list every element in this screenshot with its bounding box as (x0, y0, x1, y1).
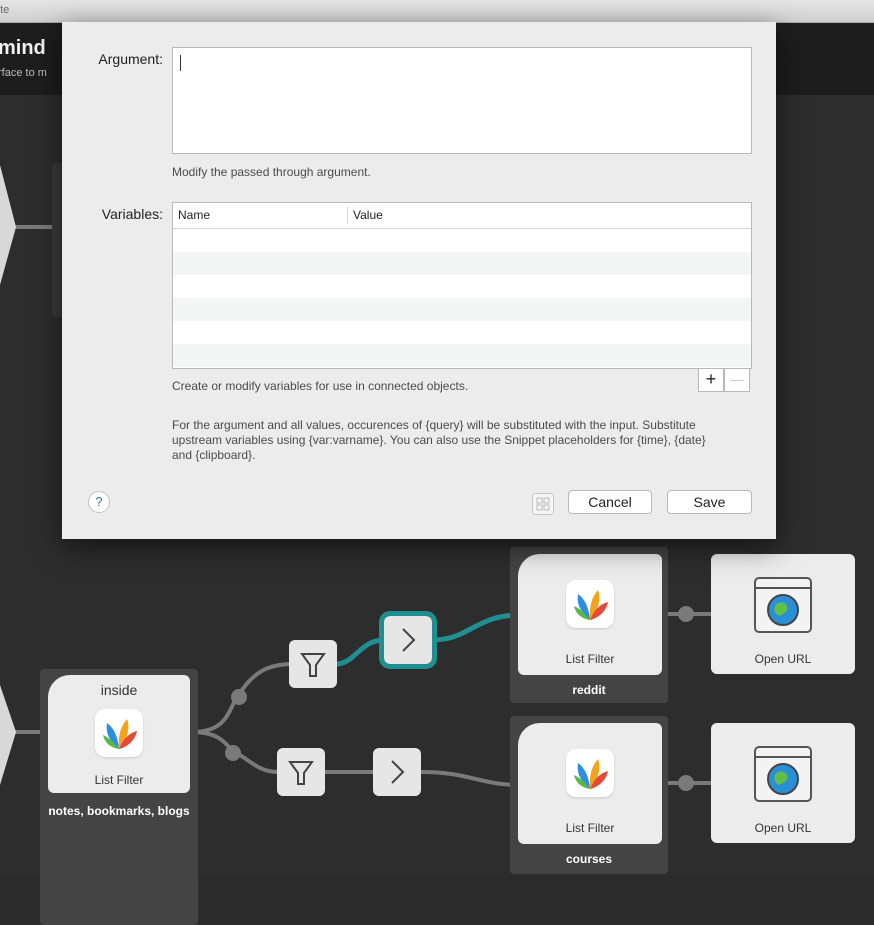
table-row[interactable] (173, 229, 751, 252)
browser-globe-icon (754, 577, 812, 633)
argument-label: Argument: (98, 51, 163, 67)
save-button[interactable]: Save (667, 490, 752, 514)
argument-help-text: Modify the passed through argument. (172, 165, 371, 179)
workflow-name: mind (0, 37, 46, 59)
table-row[interactable] (173, 321, 751, 344)
connection-dot-reddit[interactable] (678, 606, 694, 622)
courses-list-filter-title: List Filter (565, 821, 615, 835)
connection-dot-courses[interactable] (678, 775, 694, 791)
grid-icon (536, 497, 550, 511)
filter-funnel-icon (300, 653, 326, 677)
input-arrow-lower (0, 685, 16, 785)
chevron-right-icon (391, 760, 405, 784)
alfred-list-filter-icon (566, 580, 614, 628)
grid-layout-button[interactable] (532, 493, 554, 515)
filter-utility-upper[interactable] (289, 640, 337, 688)
junction-dot-lower[interactable] (225, 745, 241, 761)
connection-arg2-courses (420, 770, 521, 787)
add-variable-button[interactable]: + (698, 368, 724, 392)
arg-vars-dialog: Argument: Modify the passed through argu… (62, 22, 776, 539)
text-caret (180, 55, 181, 71)
table-row[interactable] (173, 252, 751, 275)
variables-table[interactable]: Name Value (172, 202, 752, 369)
alfred-list-filter-icon (566, 749, 614, 797)
variables-table-header: Name Value (173, 203, 751, 229)
argument-textarea[interactable] (172, 47, 752, 154)
arg-vars-utility-selected[interactable] (379, 611, 437, 669)
reddit-list-filter[interactable]: List Filter (518, 554, 662, 675)
table-row[interactable] (173, 298, 751, 321)
reddit-group-label: reddit (572, 683, 606, 697)
filter-utility-lower[interactable] (277, 748, 325, 796)
connection-arg-reddit (431, 612, 521, 643)
help-button[interactable]: ? (88, 491, 110, 513)
alfred-list-filter-icon (95, 709, 143, 757)
window-titlebar: ote (0, 0, 874, 23)
variables-label: Variables: (101, 206, 163, 222)
courses-group-label: courses (565, 852, 613, 866)
column-header-name[interactable]: Name (178, 208, 210, 222)
column-divider (347, 207, 348, 224)
junction-dot-upper[interactable] (231, 689, 247, 705)
main-keyword: inside (100, 682, 138, 698)
substitution-info-text: For the argument and all values, occuren… (172, 418, 706, 462)
open-url-action-2[interactable]: Open URL (711, 723, 855, 843)
input-arrow-upper (0, 165, 16, 285)
open-url-title-2: Open URL (754, 821, 812, 835)
browser-globe-icon (754, 746, 812, 802)
add-remove-control: + — (698, 368, 750, 392)
filter-funnel-icon (288, 761, 314, 785)
open-url-title-1: Open URL (754, 652, 812, 666)
reddit-list-filter-title: List Filter (565, 652, 615, 666)
workflow-description: rface to m (0, 67, 47, 79)
connection-filter1-arg (335, 637, 385, 667)
cancel-button[interactable]: Cancel (568, 490, 652, 514)
table-row[interactable] (173, 344, 751, 367)
table-row[interactable] (173, 275, 751, 298)
main-list-filter-title: List Filter (94, 773, 144, 787)
arg-vars-utility[interactable] (373, 748, 421, 796)
remove-variable-button[interactable]: — (724, 368, 750, 392)
main-group-label: notes, bookmarks, blogs (48, 804, 190, 818)
variables-help-text: Create or modify variables for use in co… (172, 379, 469, 393)
window-title: ote (0, 4, 10, 16)
open-url-action-1[interactable]: Open URL (711, 554, 855, 674)
column-header-value[interactable]: Value (353, 208, 383, 222)
courses-list-filter[interactable]: List Filter (518, 723, 662, 844)
chevron-right-icon (402, 628, 416, 652)
main-list-filter[interactable]: inside List Filter (48, 675, 190, 793)
